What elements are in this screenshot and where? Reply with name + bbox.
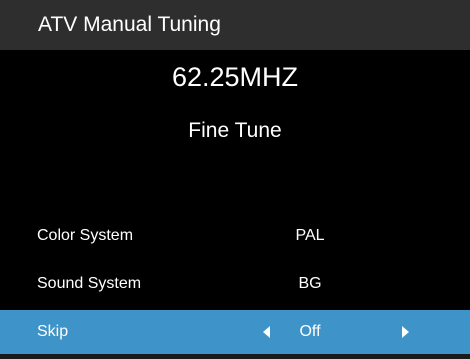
sound-system-value: BG	[298, 275, 322, 292]
frequency-readout: 62.25MHZ	[171, 62, 299, 92]
bottom-divider	[0, 354, 470, 359]
skip-value: Off	[299, 323, 321, 340]
skip-label: Skip	[37, 323, 69, 340]
triangle-right-icon[interactable]	[402, 326, 409, 338]
atv-manual-tuning-screen: ATV Manual Tuning 62.25MHZ Fine Tune Col…	[0, 0, 470, 359]
color-system-value: PAL	[295, 227, 325, 244]
title-bar: ATV Manual Tuning	[0, 0, 470, 50]
color-system-label: Color System	[37, 227, 134, 244]
page-title: ATV Manual Tuning	[38, 13, 221, 36]
menu-item-skip[interactable]: Skip Off	[0, 310, 470, 354]
menu-item-color-system[interactable]: Color System PAL	[0, 214, 470, 258]
fine-tune-option[interactable]: Fine Tune	[0, 118, 470, 144]
sound-system-label: Sound System	[37, 275, 142, 292]
menu-item-sound-system[interactable]: Sound System BG	[0, 262, 470, 306]
